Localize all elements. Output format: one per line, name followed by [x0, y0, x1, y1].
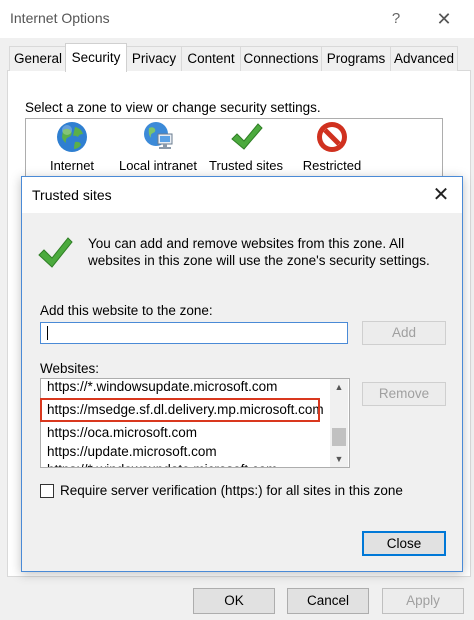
require-verification-label: Require server verification (https:) for…: [60, 483, 403, 498]
zone-trusted-sites-label: Trusted sites: [209, 158, 283, 173]
scroll-thumb[interactable]: [332, 428, 346, 446]
zone-internet[interactable]: Internet: [44, 120, 100, 173]
close-window-button[interactable]: ✕: [430, 6, 458, 32]
scroll-up-icon[interactable]: ▲: [330, 379, 348, 395]
remove-button[interactable]: Remove: [362, 382, 446, 406]
zone-local-intranet-label: Local intranet: [118, 158, 198, 173]
zone-restricted-label: Restricted: [302, 158, 362, 173]
globe-icon: [57, 122, 87, 152]
tab-security[interactable]: Security: [65, 43, 127, 72]
zone-local-intranet[interactable]: Local intranet: [116, 120, 200, 173]
dialog-close-button[interactable]: Close: [362, 531, 446, 556]
list-item[interactable]: https://*.windowsupdate.microsoft.com: [47, 379, 277, 397]
network-computer-icon: [144, 122, 173, 149]
zone-trusted-sites[interactable]: Trusted sites: [206, 120, 286, 173]
check-mark-icon: [38, 237, 73, 268]
tab-general[interactable]: General: [9, 46, 67, 71]
websites-label: Websites:: [40, 361, 100, 376]
add-website-input[interactable]: [40, 322, 348, 344]
restricted-icon: [317, 122, 347, 152]
list-item[interactable]: https://update.microsoft.com: [47, 442, 217, 462]
cancel-button[interactable]: Cancel: [287, 588, 369, 614]
text-caret: [47, 326, 48, 340]
list-item[interactable]: https://*.windowsupdate.microsoft.com: [47, 460, 277, 467]
add-website-label: Add this website to the zone:: [40, 303, 213, 318]
websites-list[interactable]: https://*.windowsupdate.microsoft.com ht…: [40, 378, 350, 468]
ok-button[interactable]: OK: [193, 588, 275, 614]
zone-internet-label: Internet: [49, 158, 95, 173]
highlighted-site-outline: [40, 398, 320, 422]
list-item[interactable]: https://oca.microsoft.com: [47, 423, 197, 443]
require-verification-checkbox[interactable]: [40, 484, 54, 498]
zone-prompt: Select a zone to view or change security…: [25, 100, 321, 115]
tab-privacy[interactable]: Privacy: [126, 46, 182, 71]
trusted-sites-dialog: Trusted sites ✕ You can add and remove w…: [21, 176, 463, 572]
dialog-close-icon[interactable]: ✕: [426, 181, 456, 209]
tab-connections[interactable]: Connections: [240, 46, 322, 71]
apply-button[interactable]: Apply: [382, 588, 464, 614]
dialog-info-text: You can add and remove websites from thi…: [88, 236, 430, 268]
dialog-title: Trusted sites: [32, 187, 112, 203]
help-button[interactable]: ?: [384, 8, 408, 30]
tab-advanced[interactable]: Advanced: [390, 46, 458, 71]
scroll-down-icon[interactable]: ▼: [330, 451, 348, 467]
add-button[interactable]: Add: [362, 321, 446, 345]
tab-content[interactable]: Content: [181, 46, 241, 71]
tab-programs[interactable]: Programs: [321, 46, 391, 71]
check-mark-icon: [231, 123, 263, 150]
window-title: Internet Options: [10, 10, 110, 26]
zone-restricted[interactable]: Restricted: [300, 120, 364, 173]
